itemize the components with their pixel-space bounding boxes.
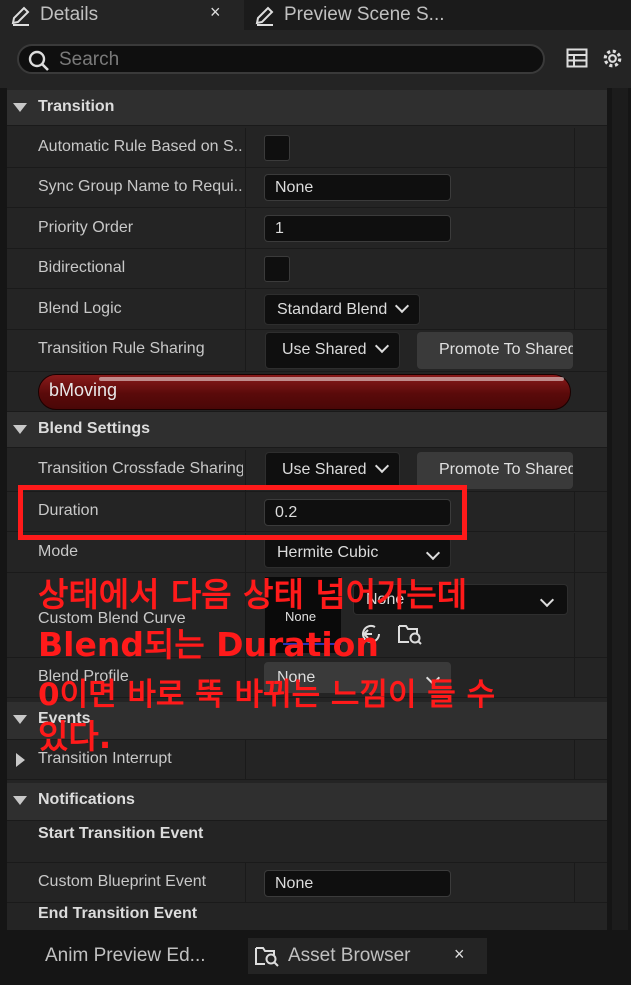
blend-logic-label: Blend Logic xyxy=(38,300,122,317)
end-transition-event-label: End Transition Event xyxy=(38,905,198,922)
collapse-arrow-icon xyxy=(13,425,27,434)
tab-asset-browser[interactable]: Asset Browser × xyxy=(248,938,487,974)
collapse-arrow-icon xyxy=(13,103,27,112)
custom-blueprint-event-label: Custom Blueprint Event xyxy=(38,873,207,890)
row-bidirectional: Bidirectional xyxy=(7,249,607,289)
row-priority: Priority Order 1 xyxy=(7,209,607,249)
row-rule-node: bMoving xyxy=(7,372,607,412)
search-placeholder: Search xyxy=(59,49,120,70)
rule-node-bmoving[interactable]: bMoving xyxy=(38,374,571,410)
rule-node-label: bMoving xyxy=(49,380,118,400)
start-transition-event-label: Start Transition Event xyxy=(38,825,204,842)
search-row: Search xyxy=(0,30,631,88)
bidirectional-checkbox[interactable] xyxy=(264,256,290,282)
tab-anim-preview-editor[interactable]: Anim Preview Ed... xyxy=(0,938,245,974)
annotation-line-1: 상태에서 다음 상태 넘어가는데 xyxy=(38,575,468,614)
row-blend-logic: Blend Logic Standard Blend xyxy=(7,290,607,330)
expand-arrow-icon xyxy=(16,753,25,767)
collapse-arrow-icon xyxy=(13,715,27,724)
bidirectional-label: Bidirectional xyxy=(38,259,126,276)
custom-blueprint-event-field[interactable]: None xyxy=(264,870,451,897)
priority-label: Priority Order xyxy=(38,219,134,236)
automatic-rule-checkbox[interactable] xyxy=(264,135,290,161)
blend-logic-dropdown[interactable]: Standard Blend xyxy=(264,294,421,325)
row-custom-blueprint-event: Custom Blueprint Event None xyxy=(7,863,607,903)
promote-to-shared-button-2[interactable]: Promote To Shared xyxy=(417,452,573,489)
annotation-line-2: Blend되는 Duration xyxy=(38,625,379,664)
tab-anim-preview-label: Anim Preview Ed... xyxy=(45,945,206,966)
gear-icon[interactable] xyxy=(600,46,625,71)
category-blend-settings[interactable]: Blend Settings xyxy=(7,412,607,448)
pencil-icon xyxy=(254,4,276,26)
priority-field[interactable]: 1 xyxy=(264,215,451,242)
category-blend-settings-label: Blend Settings xyxy=(38,420,151,437)
row-rule-sharing: Transition Rule Sharing Use Shared Promo… xyxy=(7,330,607,372)
row-end-transition-event: End Transition Event xyxy=(7,903,607,930)
promote-to-shared-button[interactable]: Promote To Shared xyxy=(417,332,573,369)
row-sync-group: Sync Group Name to Requi... None xyxy=(7,168,607,208)
category-notifications[interactable]: Notifications xyxy=(7,783,607,821)
duration-highlight-box xyxy=(18,485,467,540)
category-transition-label: Transition xyxy=(38,98,115,115)
chevron-down-icon xyxy=(425,545,441,561)
chevron-down-icon xyxy=(374,338,389,354)
scrollbar[interactable] xyxy=(612,88,628,930)
crossfade-sharing-dropdown[interactable]: Use Shared xyxy=(265,452,400,489)
asset-browser-icon xyxy=(255,947,279,967)
tab-asset-browser-label: Asset Browser xyxy=(288,945,411,966)
rule-sharing-label: Transition Rule Sharing xyxy=(38,340,205,357)
crossfade-sharing-label: Transition Crossfade Sharing xyxy=(38,460,243,477)
tab-preview-scene[interactable]: Preview Scene S... xyxy=(244,0,504,30)
search-icon xyxy=(28,50,49,71)
chevron-down-icon xyxy=(374,458,389,474)
tab-details-label: Details xyxy=(40,4,99,25)
bottom-tab-bar: Anim Preview Ed... Asset Browser × xyxy=(0,930,631,985)
table-view-icon[interactable] xyxy=(566,47,588,69)
collapse-arrow-icon xyxy=(13,796,27,805)
sync-group-label: Sync Group Name to Requi... xyxy=(38,178,243,195)
automatic-rule-label: Automatic Rule Based on S... xyxy=(38,138,243,155)
row-automatic-rule: Automatic Rule Based on S... xyxy=(7,128,607,168)
rule-sharing-dropdown[interactable]: Use Shared xyxy=(265,332,400,369)
chevron-down-icon xyxy=(395,298,410,314)
annotation-text: 상태에서 다음 상태 넘어가는데 Blend되는 Duration 0이면 바로… xyxy=(38,570,631,762)
close-icon[interactable]: × xyxy=(454,944,465,965)
mode-label: Mode xyxy=(38,543,79,560)
tab-details[interactable]: Details × xyxy=(0,0,244,30)
top-tab-bar: Details × Preview Scene S... xyxy=(0,0,631,30)
sync-group-field[interactable]: None xyxy=(264,174,451,201)
tab-preview-scene-label: Preview Scene S... xyxy=(284,4,445,25)
row-start-transition-event: Start Transition Event xyxy=(7,821,607,863)
pencil-icon xyxy=(10,4,32,26)
category-transition[interactable]: Transition xyxy=(7,90,607,126)
search-input[interactable]: Search xyxy=(17,44,545,74)
close-icon[interactable]: × xyxy=(210,2,221,23)
category-notifications-label: Notifications xyxy=(38,791,135,808)
mode-dropdown[interactable]: Hermite Cubic xyxy=(264,537,451,568)
